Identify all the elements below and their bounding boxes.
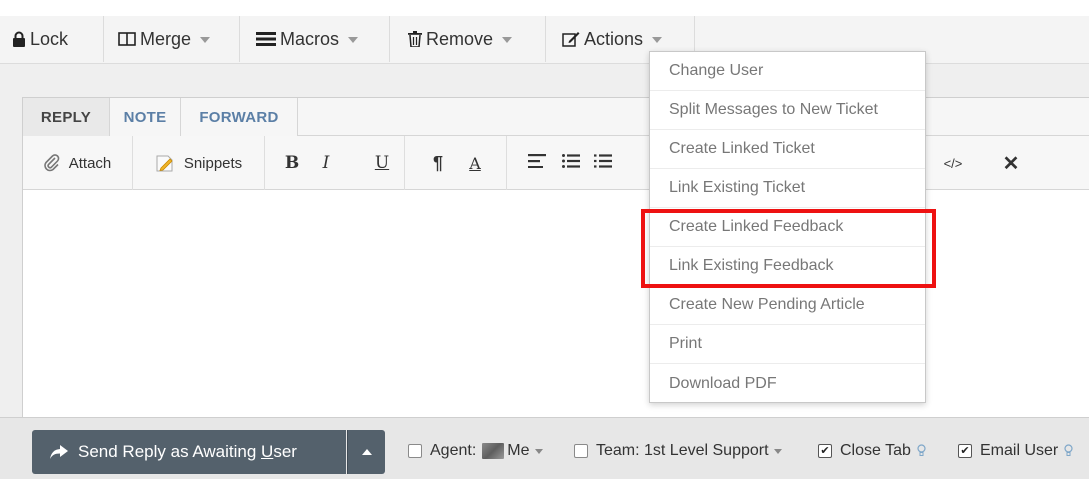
lightbulb-icon: [917, 444, 926, 458]
underline-button[interactable]: U: [367, 136, 397, 190]
remove-button[interactable]: Remove: [390, 16, 546, 62]
agent-value: Me: [507, 442, 530, 459]
snippets-label: Snippets: [183, 154, 243, 172]
menu-item-link-existing-ticket[interactable]: Link Existing Ticket: [650, 169, 925, 208]
tab-note[interactable]: NOTE: [110, 98, 181, 136]
numbered-list-icon: [594, 154, 612, 172]
snippets-button[interactable]: Snippets: [133, 136, 265, 190]
bullet-list-icon: [562, 154, 580, 172]
paragraph-button[interactable]: ¶: [423, 136, 453, 190]
top-strip: [0, 0, 1089, 16]
macros-label: Macros: [280, 28, 340, 49]
lock-icon: [12, 31, 26, 47]
attach-label: Attach: [68, 154, 112, 172]
merge-label: Merge: [140, 28, 192, 49]
edit-icon: [562, 31, 580, 47]
team-checkbox[interactable]: [574, 444, 588, 458]
reply-tabs: REPLY NOTE FORWARD: [23, 98, 1089, 136]
menu-item-create-linked-ticket[interactable]: Create Linked Ticket: [650, 130, 925, 169]
email-user-option[interactable]: Email User: [958, 440, 1073, 462]
format-divider: [404, 136, 405, 190]
agent-option[interactable]: Agent: Me: [408, 440, 543, 462]
menu-item-download-pdf[interactable]: Download PDF: [650, 364, 925, 403]
tab-reply[interactable]: REPLY: [23, 98, 110, 136]
paragraph-icon: ¶: [432, 152, 443, 173]
email-user-label: Email User: [980, 442, 1059, 459]
numbered-list-button[interactable]: [589, 136, 617, 190]
send-reply-label-access-key: U: [261, 442, 274, 461]
source-code-button[interactable]: </>: [933, 136, 973, 190]
team-label: Team: 1st Level Support: [596, 442, 769, 459]
macros-icon: [256, 32, 276, 46]
merge-caret-icon: [200, 37, 211, 43]
actions-caret-icon: [652, 37, 663, 43]
trash-icon: [408, 31, 422, 47]
lightbulb-icon-2: [1064, 444, 1073, 458]
menu-item-split-messages[interactable]: Split Messages to New Ticket: [650, 91, 925, 130]
italic-button[interactable]: I: [311, 136, 341, 190]
macros-button[interactable]: Macros: [240, 16, 390, 62]
team-caret-icon: [773, 448, 782, 454]
agent-caret-icon: [534, 448, 543, 454]
lock-button[interactable]: Lock: [0, 16, 104, 62]
menu-item-change-user[interactable]: Change User: [650, 52, 925, 91]
send-reply-button[interactable]: Send Reply as Awaiting User: [32, 430, 346, 474]
format-divider-2: [506, 136, 507, 190]
bullet-list-button[interactable]: [557, 136, 585, 190]
email-user-checkbox[interactable]: [958, 444, 972, 458]
menu-item-create-pending-article[interactable]: Create New Pending Article: [650, 286, 925, 325]
close-tab-label: Close Tab: [840, 442, 911, 459]
agent-avatar: [482, 443, 505, 459]
merge-icon: [118, 31, 136, 47]
attach-button[interactable]: Attach: [23, 136, 133, 190]
remove-caret-icon: [502, 37, 513, 43]
macros-caret-icon: [348, 37, 359, 43]
actions-label: Actions: [584, 28, 644, 49]
text-color-icon: A: [469, 153, 481, 173]
agent-label: Agent:: [430, 442, 477, 459]
snippets-icon: [155, 153, 175, 173]
send-options-toggle[interactable]: [347, 430, 385, 474]
remove-label: Remove: [426, 28, 494, 49]
align-left-icon: [528, 154, 546, 172]
send-reply-label-suffix: ser: [273, 442, 297, 461]
share-arrow-icon: [50, 445, 68, 459]
team-option[interactable]: Team: 1st Level Support: [574, 440, 782, 462]
tab-forward[interactable]: FORWARD: [181, 98, 298, 136]
bold-button[interactable]: B: [277, 136, 307, 190]
close-tab-option[interactable]: Close Tab: [818, 440, 926, 462]
paperclip-icon: [43, 154, 60, 172]
menu-item-print[interactable]: Print: [650, 325, 925, 364]
clear-format-button[interactable]: ✕: [991, 136, 1031, 190]
align-button[interactable]: [523, 136, 551, 190]
lock-label: Lock: [30, 28, 69, 49]
close-tab-checkbox[interactable]: [818, 444, 832, 458]
caret-up-icon: [361, 449, 372, 455]
agent-checkbox[interactable]: [408, 444, 422, 458]
text-color-button[interactable]: A: [460, 136, 490, 190]
merge-button[interactable]: Merge: [104, 16, 240, 62]
send-reply-label-prefix: Send Reply as Awaiting: [78, 442, 262, 461]
highlight-annotation-box: [641, 209, 936, 288]
reply-footer: Send Reply as Awaiting User Agent: Me Te…: [0, 417, 1089, 479]
format-toolbar: Attach Snippets B I U ¶ A </> ✕: [23, 136, 1089, 190]
